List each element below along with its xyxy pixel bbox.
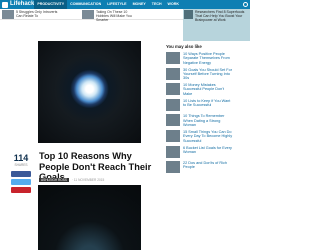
twitter-share-button[interactable] [11, 179, 31, 185]
sidebar-item-label: 10 Things To Remember When Dating a Stro… [183, 114, 225, 127]
share-count: 114 [13, 153, 29, 163]
sidebar-item[interactable]: 10 Things To Remember When Dating a Stro… [166, 114, 250, 130]
sidebar-item-label: 10 Lists to Keep if You Want to Be Succe… [183, 98, 231, 108]
search-icon[interactable] [243, 2, 248, 7]
facebook-share-button[interactable] [11, 171, 31, 177]
author-tag[interactable]: ASHLEIGH ROSS [39, 178, 70, 182]
sidebar-item[interactable]: 6 Bucket List Goals for Every Woman [166, 145, 250, 162]
sidebar-thumbnail [166, 83, 180, 96]
promo-item[interactable]: 5 Struggles Only Introverts Can Relate T… [2, 10, 60, 19]
sidebar-item-label: 30 Goals You Should Set For Yourself Bef… [183, 67, 232, 81]
sidebar-item[interactable]: 10 Lists to Keep if You Want to Be Succe… [166, 98, 250, 115]
sidebar-item[interactable]: 22 Dos and Don'ts of Rich People [166, 161, 250, 177]
sidebar-item-label: 15 Small Things You Can Do Every Day To … [183, 129, 233, 143]
sidebar-thumbnail [166, 98, 180, 111]
sidebar-item[interactable]: 10 Ways Positive People Separate Themsel… [166, 52, 250, 68]
article-byline: ASHLEIGH ROSS · 11 NOVEMBER 2015 [39, 178, 104, 182]
sidebar-item[interactable]: 30 Goals You Should Set For Yourself Bef… [166, 67, 250, 84]
brand-name: Lifehack [10, 1, 35, 7]
featured-promo-thumbnail [184, 10, 193, 19]
nav-item-communication[interactable]: COMMUNICATION [67, 0, 104, 9]
lifehack-logo[interactable]: Lifehack [0, 0, 34, 9]
promo-title: 5 Struggles Only Introverts Can Relate T… [16, 10, 58, 19]
featured-promo[interactable]: Researchers Find 8 Superfoods That Can H… [183, 9, 250, 41]
nav-item-productivity[interactable]: PRODUCTIVITY [34, 0, 68, 9]
lifehack-logo-icon [2, 1, 8, 8]
sidebar-thumbnail [166, 145, 180, 158]
sidebar-item[interactable]: 15 Small Things You Can Do Every Day To … [166, 129, 250, 146]
top-navbar: Lifehack PRODUCTIVITY COMMUNICATION LIFE… [0, 0, 250, 9]
nav-item-lifestyle[interactable]: LIFESTYLE [104, 0, 129, 9]
hero-image [38, 41, 141, 143]
sidebar-thumbnail [166, 129, 180, 142]
promo-title: Taking On These 10 Hobbies Will Make You… [96, 10, 132, 23]
article-image [38, 185, 141, 250]
sidebar-item-label: 6 Bucket List Goals for Every Woman [183, 145, 232, 154]
nav-item-tech[interactable]: TECH [149, 0, 165, 9]
sidebar-item[interactable]: 10 Money Mistakes Successful People Don'… [166, 83, 250, 99]
sidebar-title: You may also like [166, 44, 202, 49]
nav-item-money[interactable]: MONEY [130, 0, 149, 9]
sidebar-thumbnail [166, 52, 180, 64]
sidebar-item-label: 10 Ways Positive People Separate Themsel… [183, 52, 230, 65]
share-label: SHARES [14, 163, 28, 167]
featured-promo-title: Researchers Find 8 Superfoods That Can H… [195, 10, 245, 23]
promo-thumbnail [2, 10, 14, 19]
sidebar-thumbnail [166, 114, 180, 127]
publish-date: · 11 NOVEMBER 2015 [71, 178, 105, 182]
sidebar-item-label: 10 Money Mistakes Successful People Don'… [183, 83, 225, 96]
sidebar-thumbnail [166, 67, 180, 80]
promo-item[interactable]: Taking On These 10 Hobbies Will Make You… [82, 10, 140, 22]
sidebar-thumbnail [166, 161, 180, 174]
related-sidebar: You may also like 10 Ways Positive Peopl… [166, 44, 250, 177]
promo-thumbnail [82, 10, 94, 19]
pinterest-share-button[interactable] [11, 187, 31, 193]
sidebar-item-label: 22 Dos and Don'ts of Rich People [183, 161, 227, 170]
nav-item-work[interactable]: WORK [165, 0, 182, 9]
